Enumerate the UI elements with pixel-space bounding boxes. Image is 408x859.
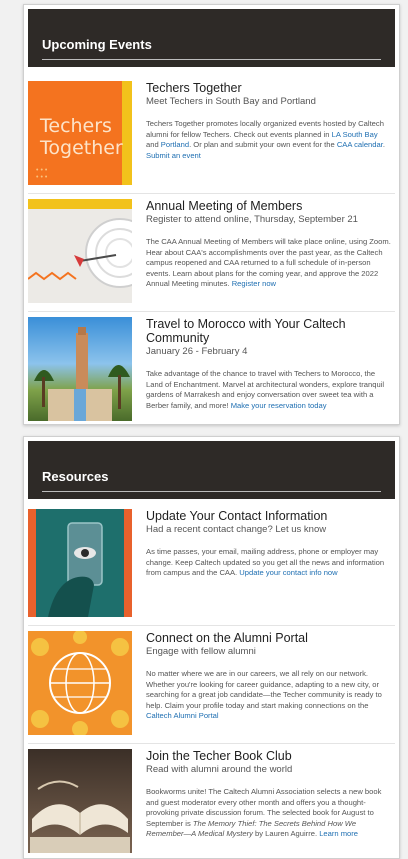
event-item-annual-meeting: Annual Meeting of Members Register to at… — [28, 199, 395, 309]
item-title[interactable]: Techers Together — [146, 81, 391, 95]
alumni-portal-link[interactable]: Caltech Alumni Portal — [146, 711, 219, 720]
alumni-portal-image[interactable] — [28, 631, 132, 735]
item-title[interactable]: Connect on the Alumni Portal — [146, 631, 391, 645]
open-book-icon — [30, 780, 130, 853]
globe-network-icon — [31, 631, 129, 735]
resources-header: Resources — [28, 441, 395, 499]
item-body: Techers Together promotes locally organi… — [146, 119, 385, 160]
make-reservation-link[interactable]: Make your reservation today — [231, 401, 327, 410]
item-subtitle: Had a recent contact change? Let us know — [146, 524, 327, 535]
contact-info-image[interactable] — [28, 509, 132, 617]
events-header: Upcoming Events — [28, 9, 395, 67]
submit-event-link[interactable]: Submit an event — [146, 151, 201, 160]
item-body: Take advantage of the chance to travel w… — [146, 369, 385, 410]
image-accent-stripe — [122, 81, 132, 185]
image-text-techers: Techers — [40, 115, 112, 137]
register-now-link[interactable]: Register now — [232, 279, 276, 288]
divider — [28, 311, 395, 312]
image-dots: ••• ••• — [36, 167, 50, 181]
dartboard-icon — [28, 218, 132, 288]
divider — [28, 743, 395, 744]
event-item-morocco: Travel to Morocco with Your Caltech Comm… — [28, 317, 395, 424]
header-rule — [42, 59, 381, 60]
resources-heading: Resources — [42, 469, 109, 484]
annual-meeting-image[interactable] — [28, 199, 132, 303]
caa-calendar-link[interactable]: CAA calendar — [337, 140, 383, 149]
item-subtitle: Read with alumni around the world — [146, 764, 293, 775]
morocco-image[interactable] — [28, 317, 132, 421]
item-title[interactable]: Annual Meeting of Members — [146, 199, 391, 213]
item-body: Bookworms unite! The Caltech Alumni Asso… — [146, 787, 382, 839]
resource-item-contact-info: Update Your Contact Information Had a re… — [28, 509, 395, 621]
resources-card: Resources Update Your Contact Informatio… — [23, 436, 400, 859]
upcoming-events-card: Upcoming Events Techers Together ••• ••• … — [23, 4, 400, 425]
item-subtitle: Engage with fellow alumni — [146, 646, 256, 657]
portland-link[interactable]: Portland — [161, 140, 189, 149]
la-south-bay-link[interactable]: LA South Bay — [332, 130, 378, 139]
resource-item-book-club: Join the Techer Book Club Read with alum… — [28, 749, 395, 858]
resource-item-alumni-portal: Connect on the Alumni Portal Engage with… — [28, 631, 395, 741]
book-club-image[interactable] — [28, 749, 132, 853]
header-rule — [42, 491, 381, 492]
item-body: No matter where we are in our careers, w… — [146, 669, 382, 721]
image-text-together: Together — [40, 137, 123, 159]
item-subtitle: Register to attend online, Thursday, Sep… — [146, 214, 358, 225]
item-body: The CAA Annual Meeting of Members will t… — [146, 237, 391, 289]
divider — [28, 625, 395, 626]
learn-more-link[interactable]: Learn more — [319, 829, 358, 838]
phone-eye-icon — [48, 522, 103, 617]
techers-together-image[interactable]: Techers Together ••• ••• — [28, 81, 132, 185]
item-title[interactable]: Travel to Morocco with Your Caltech Comm… — [146, 317, 391, 345]
events-heading: Upcoming Events — [42, 37, 152, 52]
item-title[interactable]: Join the Techer Book Club — [146, 749, 391, 763]
mosque-tower-icon — [34, 327, 130, 421]
divider — [28, 193, 395, 194]
item-subtitle: January 26 - February 4 — [146, 346, 248, 357]
item-body: As time passes, your email, mailing addr… — [146, 547, 385, 578]
update-contact-link[interactable]: Update your contact info now — [239, 568, 337, 577]
event-item-techers-together: Techers Together ••• ••• Techers Together… — [28, 81, 395, 189]
item-subtitle: Meet Techers in South Bay and Portland — [146, 96, 316, 107]
item-title[interactable]: Update Your Contact Information — [146, 509, 391, 523]
